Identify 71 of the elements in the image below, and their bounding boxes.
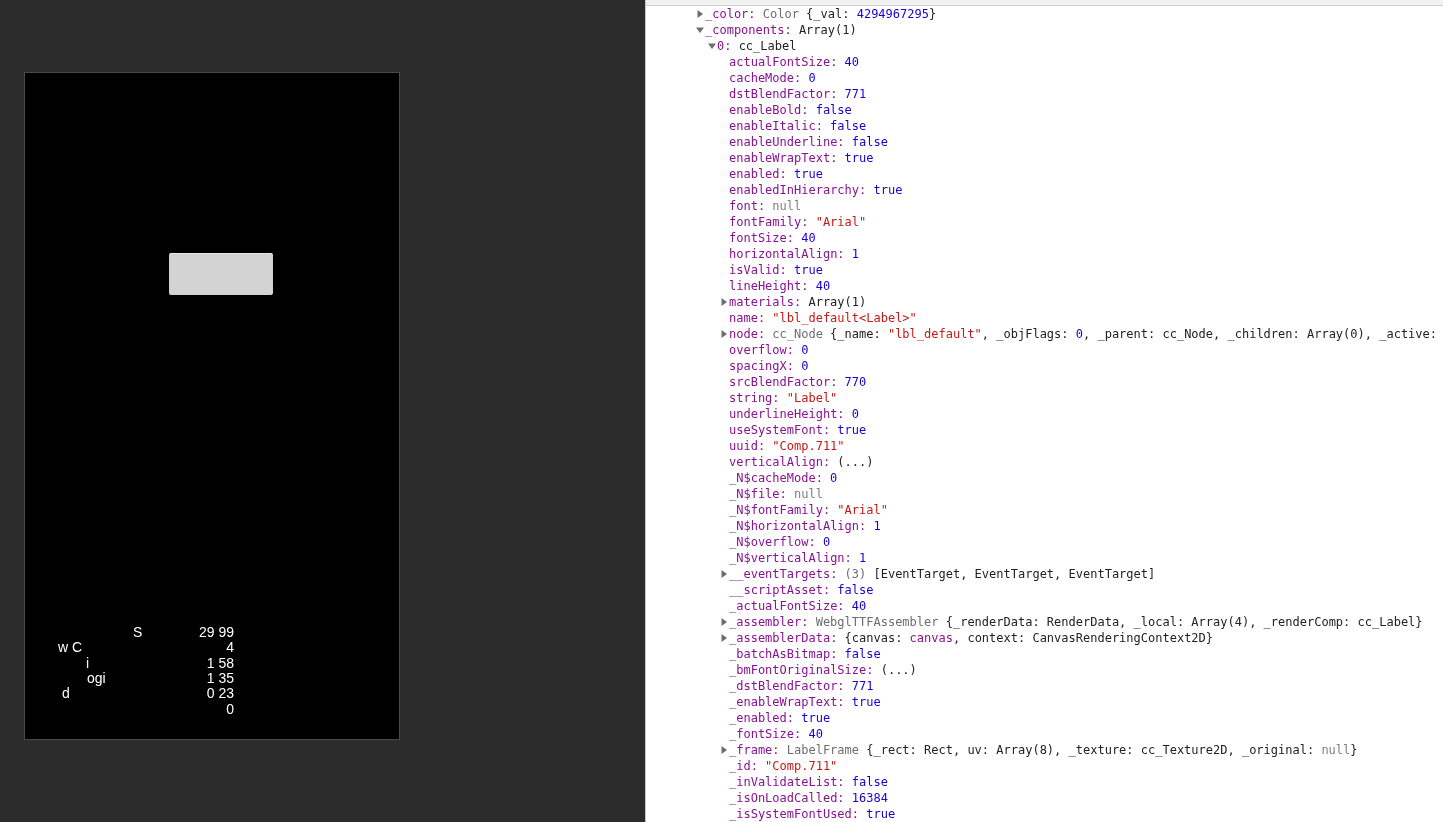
property-line: _batchAsBitmap: false [729, 646, 881, 662]
property-line: _N$verticalAlign: 1 [729, 550, 867, 566]
property-line: enableUnderline: false [729, 134, 888, 150]
property-line: _id: "Comp.711" [729, 758, 838, 774]
property-line: _fontSize: 40 [729, 726, 823, 742]
property-line: fontSize: 40 [729, 230, 816, 246]
property-line: actualFontSize: 40 [729, 54, 859, 70]
triangle-right-icon[interactable] [720, 618, 728, 626]
property-line: enabled: true [729, 166, 823, 182]
property-line: __eventTargets: (3) [EventTarget, EventTarget, EventTarget] [729, 566, 1156, 582]
stat-label: ogi [87, 670, 106, 686]
property-line: _actualFontSize: 40 [729, 598, 867, 614]
property-line: lineHeight: 40 [729, 278, 831, 294]
property-line: _N$horizontalAlign: 1 [729, 518, 881, 534]
property-line: horizontalAlign: 1 [729, 246, 859, 262]
property-line: underlineHeight: 0 [729, 406, 859, 422]
property-line: useSystemFont: true [729, 422, 867, 438]
property-line: enableWrapText: true [729, 150, 874, 166]
property-line: name: "lbl_default<Label>" [729, 310, 917, 326]
property-line: _assemblerData: {canvas: canvas, context: CanvasRenderingContext2D} [729, 630, 1214, 646]
triangle-right-icon[interactable] [720, 298, 728, 306]
property-line: _inValidateList: false [729, 774, 888, 790]
property-line: _dstBlendFactor: 771 [729, 678, 874, 694]
property-line: enableItalic: false [729, 118, 867, 134]
property-line: _isOnLoadCalled: 16384 [729, 790, 888, 806]
stat-value: 1 35 [206, 670, 234, 686]
property-line: _components: Array(1) [705, 22, 857, 38]
triangle-right-icon[interactable] [720, 570, 728, 578]
property-line: node: cc_Node {_name: "lbl_default", _objFlags: 0, _parent: cc_Node, _children: Array(0), _active: [729, 326, 1437, 342]
property-line: _color: Color {_val: 4294967295} [705, 6, 937, 22]
triangle-right-icon[interactable] [720, 634, 728, 642]
property-line: overflow: 0 [729, 342, 809, 358]
property-line: isValid: true [729, 262, 823, 278]
property-line: verticalAlign: (...) [729, 454, 874, 470]
stat-value: 29 99 [198, 625, 234, 640]
property-line: _bmFontOriginalSize: (...) [729, 662, 917, 678]
triangle-right-icon[interactable] [720, 746, 728, 754]
property-line: _N$overflow: 0 [729, 534, 831, 550]
property-line: fontFamily: "Arial" [729, 214, 867, 230]
property-line: spacingX: 0 [729, 358, 809, 374]
property-line: font: null [729, 198, 802, 214]
property-line: _N$fontFamily: "Arial" [729, 502, 888, 518]
property-line: _isSystemFontUsed: true [729, 806, 896, 822]
stat-label: S [133, 625, 143, 640]
stat-label: d [62, 686, 70, 702]
stat-value: 1 58 [206, 655, 234, 671]
triangle-right-icon[interactable] [696, 10, 704, 18]
triangle-down-icon[interactable] [696, 26, 704, 34]
property-line: enableBold: false [729, 102, 852, 118]
property-line: srcBlendFactor: 770 [729, 374, 867, 390]
property-line: uuid: "Comp.711" [729, 438, 845, 454]
stat-label: i [86, 655, 90, 671]
triangle-down-icon[interactable] [708, 42, 716, 50]
property-line: _assembler: WebglTTFAssembler {_renderData: RenderData, _local: Array(4), _renderComp: cc_Label} [729, 614, 1423, 630]
property-line: _enableWrapText: true [729, 694, 881, 710]
stat-value: 0 [226, 701, 234, 717]
stat-label: w C [58, 640, 83, 656]
triangle-right-icon[interactable] [720, 330, 728, 338]
stat-value: 4 [226, 640, 234, 656]
property-line: _frame: LabelFrame {_rect: Rect, uv: Array(8), _texture: cc_Texture2D, _original: null} [729, 742, 1358, 758]
property-line: string: "Label" [729, 390, 838, 406]
property-line: enabledInHierarchy: true [729, 182, 903, 198]
property-line: materials: Array(1) [729, 294, 867, 310]
property-line: dstBlendFactor: 771 [729, 86, 867, 102]
stat-value: 0 23 [206, 686, 234, 702]
property-line: __scriptAsset: false [729, 582, 874, 598]
property-line: cacheMode: 0 [729, 70, 816, 86]
property-line: _enabled: true [729, 710, 831, 726]
property-line: _N$cacheMode: 0 [729, 470, 838, 486]
property-line: _N$file: null [729, 486, 823, 502]
property-line: 0: cc_Label [717, 38, 797, 54]
